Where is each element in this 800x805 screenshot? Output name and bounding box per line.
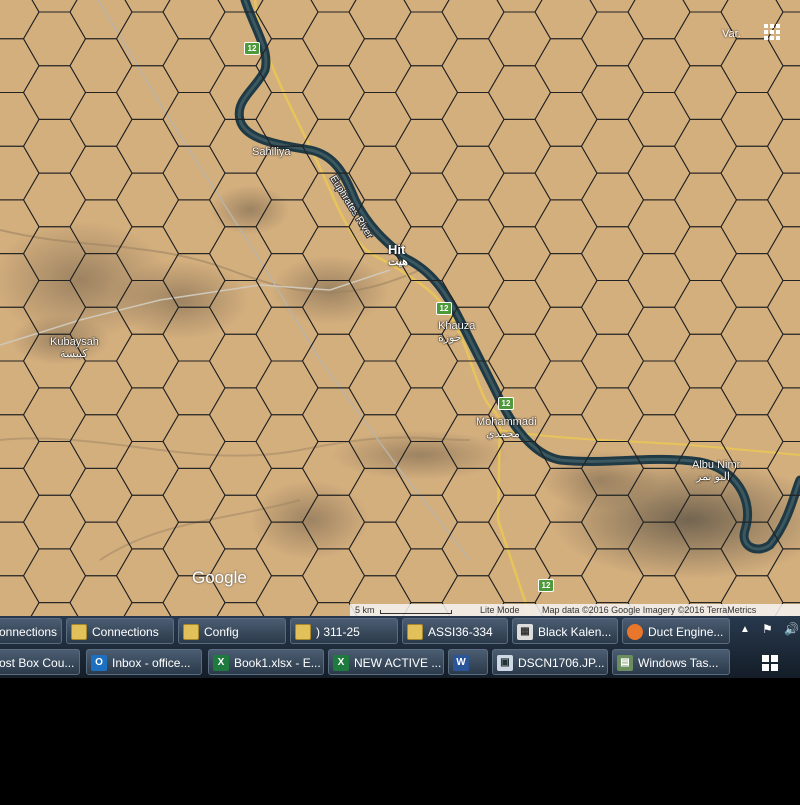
taskbar-button[interactable]: Duct Engine... (622, 618, 730, 644)
taskbar-button[interactable]: Config (178, 618, 286, 644)
taskbar-row-2: ost Box Cou... OInbox - office... XBook1… (0, 647, 800, 677)
map-corner-label: Var. (722, 28, 741, 40)
image-viewer-icon: ▣ (497, 655, 513, 671)
taskbar-button[interactable]: ▣DSCN1706.JP... (492, 649, 608, 675)
scale-label: 5 km (355, 604, 375, 616)
map-imagery: Euphrates River (0, 0, 800, 616)
excel-icon: X (333, 655, 349, 671)
apps-grid-icon[interactable] (764, 24, 780, 40)
satellite-map[interactable]: Euphrates River 12 12 12 12 Sahiliya Hit… (0, 0, 800, 616)
taskbar-button[interactable]: ASSI36-334 (402, 618, 508, 644)
tray-flag-icon[interactable]: ⚑ (762, 622, 773, 636)
taskbar-button[interactable]: OInbox - office... (86, 649, 202, 675)
windows-taskbar: onnections Connections Config ) 311-25 A… (0, 616, 800, 678)
folder-icon (295, 624, 311, 640)
route-shield: 12 (538, 579, 554, 592)
place-label-sahiliya[interactable]: Sahiliya (252, 146, 291, 158)
google-logo: Google (192, 568, 247, 588)
route-shield: 12 (436, 302, 452, 315)
outlook-icon: O (91, 655, 107, 671)
folder-icon (71, 624, 87, 640)
route-shield: 12 (244, 42, 260, 55)
taskbar-button[interactable]: ) 311-25 (290, 618, 398, 644)
taskbar-button[interactable]: XBook1.xlsx - E... (208, 649, 324, 675)
task-manager-icon: ▤ (617, 655, 633, 671)
tray-chevron-icon[interactable]: ▲ (740, 624, 750, 635)
place-label-albu-nimr[interactable]: Albu Nimrالبو نمر (692, 459, 740, 483)
taskbar-button[interactable]: W (448, 649, 488, 675)
folder-icon (183, 624, 199, 640)
taskbar-row-1: onnections Connections Config ) 311-25 A… (0, 616, 800, 646)
attribution-text[interactable]: Map data ©2016 Google Imagery ©2016 Terr… (542, 604, 756, 616)
hex-grid-overlay (0, 678, 800, 800)
folder-icon (407, 624, 423, 640)
taskbar-button[interactable]: XNEW ACTIVE ... (328, 649, 444, 675)
calendar-icon: ▦ (517, 624, 533, 640)
map-attribution-bar: 5 km Lite Mode Map data ©2016 Google Ima… (350, 604, 800, 616)
scale-bar (380, 610, 452, 614)
taskbar-button[interactable]: ▤Windows Tas... (612, 649, 730, 675)
lite-mode-link[interactable]: Lite Mode (480, 604, 520, 616)
taskbar-button[interactable]: onnections (0, 618, 62, 644)
taskbar-button[interactable]: ▦Black Kalen... (512, 618, 618, 644)
taskbar-button[interactable]: ost Box Cou... (0, 649, 80, 675)
firefox-icon (627, 624, 643, 640)
place-label-mohammadi[interactable]: Mohammadiمحمدي (476, 416, 537, 440)
empty-screen-area (0, 678, 800, 800)
excel-icon: X (213, 655, 229, 671)
taskbar-button[interactable]: Connections (66, 618, 174, 644)
word-icon: W (453, 655, 469, 671)
windows-logo-icon[interactable] (762, 655, 778, 671)
tray-speaker-icon[interactable]: 🔊 (784, 622, 799, 636)
place-label-kubaysah[interactable]: Kubaysahكبيسة (50, 336, 99, 360)
place-label-hit[interactable]: Hitهيت (388, 244, 408, 268)
route-shield: 12 (498, 397, 514, 410)
place-label-khauza[interactable]: Khauzaخوزة (438, 320, 475, 344)
